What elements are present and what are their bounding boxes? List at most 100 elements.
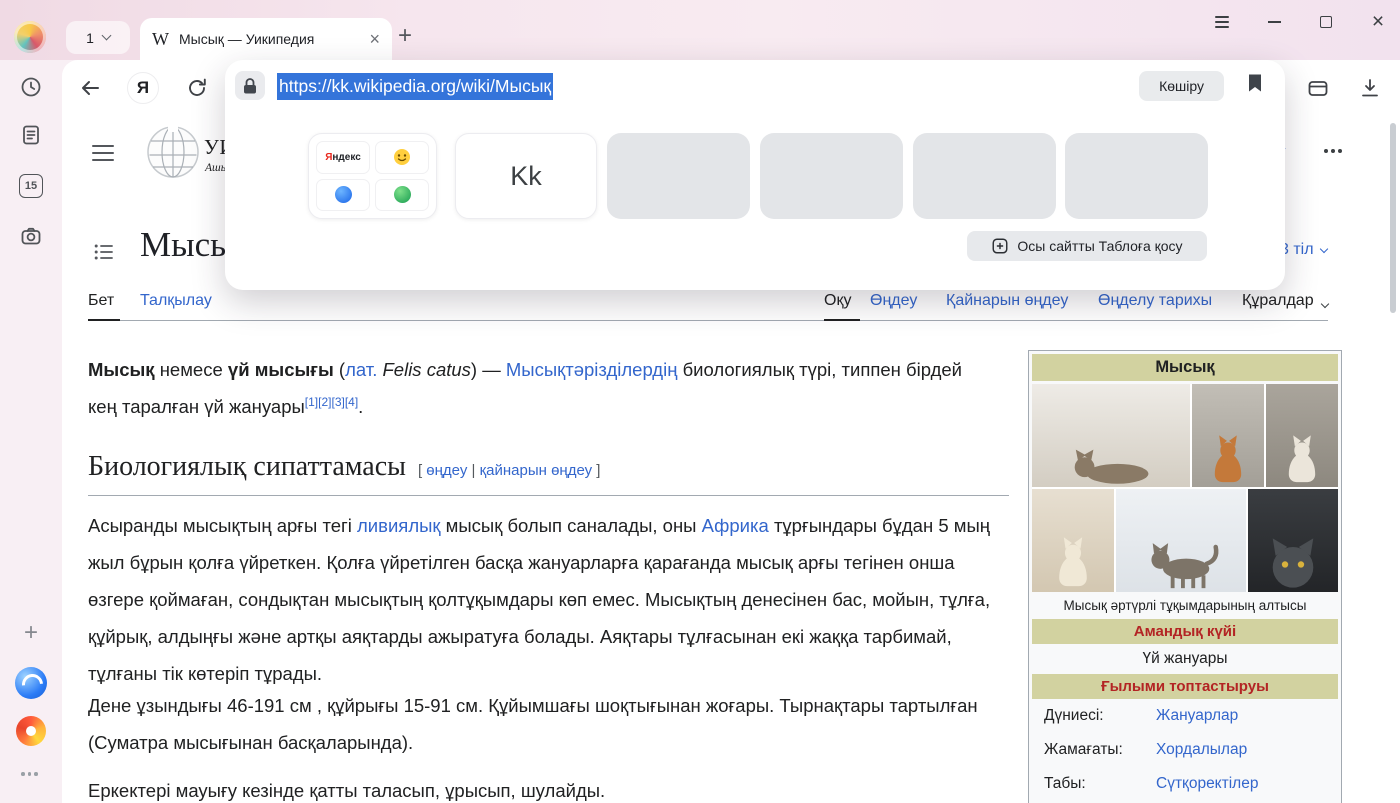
maximize-button[interactable] [1314, 8, 1338, 36]
infobox-row-link[interactable]: Сүтқоректілер [1156, 775, 1258, 793]
browser-menu-icon[interactable] [1210, 8, 1234, 36]
reference-sup: [3] [331, 395, 344, 409]
cat-photo[interactable] [1192, 384, 1264, 487]
yandex-search-button[interactable]: Я [127, 72, 159, 104]
wiki-link[interactable]: өңдеу [426, 462, 467, 479]
downloads-icon[interactable] [1354, 72, 1386, 104]
cat-photo[interactable] [1032, 384, 1190, 487]
text-segment: мысық болып саналады, оны [441, 515, 702, 536]
text-segment: | [467, 462, 479, 479]
more-options-icon[interactable] [1324, 149, 1342, 153]
cat-photo[interactable] [1116, 489, 1246, 592]
cat-photo[interactable] [1032, 489, 1114, 592]
tableau-tiles: Яндекс Kk [225, 133, 1285, 219]
active-tab-underline [88, 319, 120, 321]
window-controls: × [1210, 8, 1390, 36]
documents-icon[interactable] [19, 123, 43, 147]
wiki-link[interactable]: қайнарын өңдеу [480, 462, 593, 479]
copy-url-button[interactable]: Көшіру [1139, 71, 1224, 101]
wiki-menu-icon[interactable] [92, 145, 114, 161]
add-to-tableau-label: Осы сайтты Таблоға қосу [1017, 238, 1182, 254]
wiki-link[interactable]: Мысықтәрізділердің [506, 359, 678, 380]
yandex-browser-icon[interactable] [15, 667, 47, 699]
profile-avatar[interactable] [14, 21, 46, 53]
tableau-tile-empty[interactable] [1065, 133, 1208, 219]
tableau-tile-empty[interactable] [760, 133, 903, 219]
tab-edit[interactable]: Өңдеу [870, 292, 917, 310]
text-segment: Асыранды мысықтың арғы тегі [88, 515, 357, 536]
add-to-tableau-button[interactable]: Осы сайтты Таблоға қосу [967, 231, 1207, 261]
infobox-row-label: Жамағаты: [1044, 741, 1156, 759]
language-switcher[interactable]: 3 тіл [1280, 241, 1327, 259]
sidebar-add-icon[interactable]: + [19, 621, 43, 645]
address-bar-panel: https://kk.wikipedia.org/wiki/Мысық Көші… [225, 60, 1285, 290]
section-heading: Биологиялық сипаттамасы [88, 451, 406, 483]
new-tab-button[interactable]: + [398, 22, 412, 50]
text-segment: . [358, 396, 363, 417]
contents-icon[interactable] [94, 243, 114, 261]
text-segment: ] [592, 462, 600, 479]
text-segment: тұрғындары бұдан 5 мың жыл бұрын қолға ү… [88, 515, 990, 684]
wiki-link[interactable]: лат. [345, 359, 377, 380]
tableau-tile-empty[interactable] [913, 133, 1056, 219]
blue-favicon [316, 179, 370, 212]
text-segment: Felis catus [383, 359, 471, 380]
history-icon[interactable] [19, 75, 43, 99]
tab-edit-source[interactable]: Қайнарын өңдеу [946, 292, 1068, 310]
reference-link[interactable]: [2] [318, 395, 331, 409]
tab-tools[interactable]: Құралдар [1242, 292, 1314, 310]
scrollbar[interactable] [1390, 123, 1396, 313]
tab-page[interactable]: Бет [88, 292, 114, 310]
tab-read[interactable]: Оқу [824, 292, 851, 310]
minimize-button[interactable] [1262, 8, 1286, 36]
sidebar-more-icon[interactable] [21, 772, 38, 776]
tab-count-label: 1 [86, 30, 94, 46]
infobox-row-label: Дүниесі: [1044, 707, 1156, 725]
infobox-row: Жамағаты: Хордалылар [1032, 733, 1338, 767]
infobox-row-link[interactable]: Хордалылар [1156, 741, 1247, 759]
infobox-images [1032, 384, 1338, 592]
tab-history[interactable]: Өңделу тарихы [1098, 292, 1212, 310]
yandex-favicon: Яндекс [316, 141, 370, 174]
reload-button[interactable] [181, 72, 213, 104]
infobox-row-link[interactable]: Жануарлар [1156, 707, 1238, 725]
screenshot-icon[interactable] [19, 224, 43, 248]
infobox-row-label: Табы: [1044, 775, 1156, 793]
cat-photo[interactable] [1248, 489, 1338, 592]
back-button[interactable] [74, 72, 106, 104]
wikipedia-logo[interactable] [146, 125, 200, 179]
tabs-count-badge[interactable]: 15 [19, 174, 43, 198]
infobox-row: Табы: Сүтқоректілер [1032, 767, 1338, 801]
tableau-tile-wikipedia[interactable]: Kk [455, 133, 597, 219]
url-text: https://kk.wikipedia.org/wiki/Мысық [277, 73, 553, 100]
text-segment: Мысық [88, 359, 155, 380]
lock-icon[interactable] [235, 71, 265, 100]
infobox-title: Мысық [1032, 354, 1338, 381]
wiki-link[interactable]: Африка [702, 515, 769, 536]
tableau-tile-yandex[interactable]: Яндекс [308, 133, 437, 219]
chevron-down-icon [101, 31, 111, 41]
reference-sup: [1] [305, 395, 318, 409]
reference-link[interactable]: [1] [305, 395, 318, 409]
tab-counter[interactable]: 1 [66, 21, 130, 54]
cat-photo[interactable] [1266, 384, 1338, 487]
tableau-tile-empty[interactable] [607, 133, 750, 219]
url-input[interactable]: https://kk.wikipedia.org/wiki/Мысық [277, 72, 553, 100]
reference-link[interactable]: [3] [331, 395, 344, 409]
browser-window: 1 W Мысық — Уикипедия × + × 15 + [0, 0, 1400, 803]
titlebar: 1 W Мысық — Уикипедия × + × [0, 0, 1400, 60]
wallet-icon[interactable] [1302, 72, 1334, 104]
reference-link[interactable]: [4] [345, 395, 358, 409]
wiki-link[interactable]: ливиялық [357, 515, 441, 536]
tab-close-icon[interactable]: × [369, 30, 380, 48]
tab-discussion[interactable]: Талқылау [140, 292, 212, 310]
infobox-row: Дүниесі: Жануарлар [1032, 699, 1338, 733]
text-segment: ) — [471, 359, 506, 380]
yandex-start-icon[interactable] [16, 716, 46, 746]
bookmark-icon[interactable] [1247, 73, 1263, 98]
close-button[interactable]: × [1366, 8, 1390, 36]
sidebar: 15 + [0, 60, 62, 803]
body-paragraph: Дене ұзындығы 46-191 см , құйрығы 15-91 … [88, 687, 993, 761]
browser-tab[interactable]: W Мысық — Уикипедия × [140, 18, 392, 60]
tabs-count-value: 15 [25, 180, 37, 192]
